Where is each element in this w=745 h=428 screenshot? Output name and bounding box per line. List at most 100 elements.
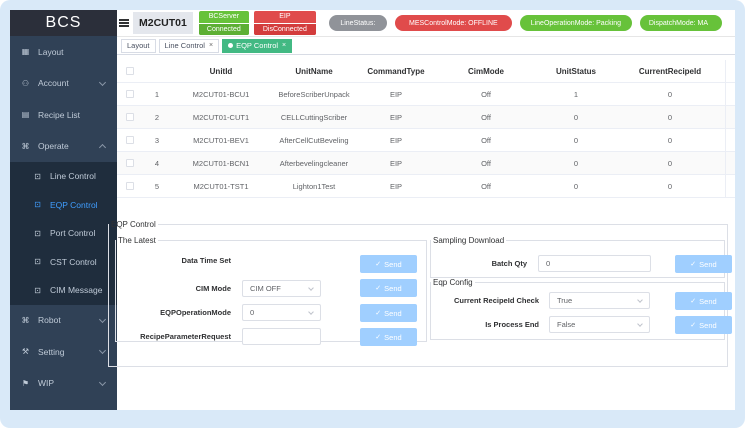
tag-layout[interactable]: Layout <box>121 38 156 53</box>
recipe-parameter-request-input[interactable] <box>242 328 321 345</box>
cim-mode-select[interactable]: CIM OFF <box>242 280 321 297</box>
column-header-cimmode[interactable]: CimMode <box>435 60 537 82</box>
cell-overflow <box>725 175 735 197</box>
cim-mode-send-button[interactable]: ✓ Send <box>360 279 417 297</box>
column-header-unitstatus[interactable]: UnitStatus <box>537 60 615 82</box>
table-row[interactable]: 3 M2CUT01-BEV1 AfterCellCutBeveling EIP … <box>117 129 735 152</box>
current-recipeid-check-select[interactable]: True <box>549 292 650 309</box>
eqp-operation-mode-row: EQPOperationMode 0 <box>120 304 321 321</box>
cell-currentrecipeid: 0 <box>667 89 673 99</box>
bcserver-status: BCServer Connected <box>198 11 249 35</box>
sidebar: BCS ▦ Layout ⚇ Account ▤ Recipe List ⌘ O… <box>10 10 117 410</box>
chevron-down-icon <box>308 309 314 315</box>
batch-qty-row: Batch Qty 0 <box>440 255 651 272</box>
hamburger-icon[interactable] <box>119 19 129 27</box>
cell-commandtype: EIP <box>389 158 403 168</box>
sidebar-item-eqp-control[interactable]: ⊡ EQP Control <box>10 191 117 220</box>
sidebar-item-label: CST Control <box>50 256 97 267</box>
send-label: Send <box>384 308 402 318</box>
data-time-set-label: Data Time Set <box>181 256 231 265</box>
select-all-cell <box>117 60 143 82</box>
row-checkbox[interactable] <box>126 182 134 190</box>
is-process-end-send-button[interactable]: ✓ Send <box>675 316 732 334</box>
row-checkbox[interactable] <box>126 113 134 121</box>
is-process-end-select[interactable]: False <box>549 316 650 333</box>
row-checkbox-cell <box>117 83 143 105</box>
row-checkbox[interactable] <box>126 90 134 98</box>
batch-qty-input[interactable]: 0 <box>538 255 651 272</box>
row-checkbox-cell <box>117 129 143 151</box>
recipe-icon: ▤ <box>21 110 30 120</box>
send-label: Send <box>699 259 717 269</box>
row-checkbox-cell <box>117 152 143 174</box>
cell-cimmode: Off <box>481 112 491 122</box>
send-label: Send <box>384 332 402 342</box>
column-header-commandtype[interactable]: CommandType <box>357 60 435 82</box>
current-recipeid-check-send-button[interactable]: ✓ Send <box>675 292 732 310</box>
line-name: M2CUT01 <box>133 12 193 34</box>
batch-qty-label: Batch Qty <box>491 259 527 268</box>
recipe-parameter-request-row: RecipeParameterRequest <box>120 328 321 345</box>
table-header-row: UnitId UnitName CommandType CimMode Unit… <box>117 60 735 83</box>
column-header-overflow <box>725 60 735 82</box>
chevron-down-icon <box>308 285 314 291</box>
data-time-set-send-button[interactable]: ✓ Send <box>360 255 417 273</box>
row-checkbox-cell <box>117 175 143 197</box>
chevron-down-icon <box>98 346 107 355</box>
line-control-icon: ⊡ <box>34 171 41 181</box>
recipe-parameter-request-send-button[interactable]: ✓ Send <box>360 328 417 346</box>
sidebar-item-setting[interactable]: ⚒ Setting <box>10 336 117 368</box>
select-all-checkbox[interactable] <box>126 67 134 75</box>
sidebar-item-recipe-list[interactable]: ▤ Recipe List <box>10 99 117 131</box>
row-checkbox[interactable] <box>126 159 134 167</box>
recipe-parameter-request-label: RecipeParameterRequest <box>140 332 231 341</box>
bcserver-state: Connected <box>198 22 249 35</box>
eqp-operation-mode-select[interactable]: 0 <box>242 304 321 321</box>
sidebar-item-robot[interactable]: ⌘ Robot <box>10 305 117 337</box>
column-header-currentrecipeid[interactable]: CurrentRecipeId <box>615 60 725 82</box>
line-status-badge: LineStatus: <box>328 15 387 31</box>
close-icon[interactable]: × <box>282 42 286 49</box>
app-logo: BCS <box>10 10 117 36</box>
chevron-down-icon <box>637 297 643 303</box>
sidebar-item-cim-message[interactable]: ⊡ CIM Message <box>10 276 117 305</box>
table-row[interactable]: 1 M2CUT01-BCU1 BeforeScriberUnpack EIP O… <box>117 83 735 106</box>
sampling-download-title: Sampling Download <box>433 236 505 245</box>
close-icon[interactable]: × <box>209 42 213 49</box>
bcserver-label: BCServer <box>208 13 240 21</box>
eqp-control-icon: ⊡ <box>34 200 41 210</box>
send-label: Send <box>384 283 402 293</box>
tag-line-control[interactable]: Line Control × <box>158 38 220 53</box>
mes-control-mode-badge: MESControlMode: OFFLINE <box>394 15 512 31</box>
tag-eqp-control[interactable]: EQP Control × <box>222 38 293 53</box>
sidebar-item-port-control[interactable]: ⊡ Port Control <box>10 219 117 248</box>
sidebar-item-wip[interactable]: ⚑ WIP <box>10 368 117 400</box>
batch-qty-send-button[interactable]: ✓ Send <box>675 255 732 273</box>
table-row[interactable]: 4 M2CUT01-BCN1 Afterbevelingcleaner EIP … <box>117 152 735 175</box>
cell-unitid: M2CUT01-BEV1 <box>193 135 249 145</box>
sidebar-item-cst-control[interactable]: ⊡ CST Control <box>10 248 117 277</box>
sidebar-item-label: EQP Control <box>50 199 98 210</box>
sidebar-item-label: Line Control <box>50 171 96 182</box>
sidebar-item-layout[interactable]: ▦ Layout <box>10 36 117 68</box>
sidebar-item-account[interactable]: ⚇ Account <box>10 68 117 100</box>
cell-cimmode: Off <box>481 135 491 145</box>
column-header-unitname[interactable]: UnitName <box>271 60 357 82</box>
is-process-end-label: Is Process End <box>485 320 539 329</box>
table-row[interactable]: 2 M2CUT01-CUT1 CELLCuttingScriber EIP Of… <box>117 106 735 129</box>
cell-currentrecipeid: 0 <box>667 158 673 168</box>
sidebar-item-label: Account <box>38 78 69 89</box>
send-label: Send <box>699 320 717 330</box>
row-checkbox-cell <box>117 106 143 128</box>
sidebar-item-operate[interactable]: ⌘ Operate <box>10 131 117 163</box>
current-recipeid-check-label: Current RecipeId Check <box>453 296 539 305</box>
sidebar-item-line-control[interactable]: ⊡ Line Control <box>10 162 117 191</box>
eqp-operation-mode-label: EQPOperationMode <box>160 308 231 317</box>
column-header-unitid[interactable]: UnitId <box>171 60 271 82</box>
current-recipeid-check-row: Current RecipeId Check True <box>440 292 650 309</box>
data-time-set-row: Data Time Set <box>120 256 231 265</box>
table-row[interactable]: 5 M2CUT01-TST1 Lighton1Test EIP Off 0 0 <box>117 175 735 198</box>
row-checkbox[interactable] <box>126 136 134 144</box>
cell-commandtype: EIP <box>389 89 403 99</box>
eqp-operation-mode-send-button[interactable]: ✓ Send <box>360 304 417 322</box>
